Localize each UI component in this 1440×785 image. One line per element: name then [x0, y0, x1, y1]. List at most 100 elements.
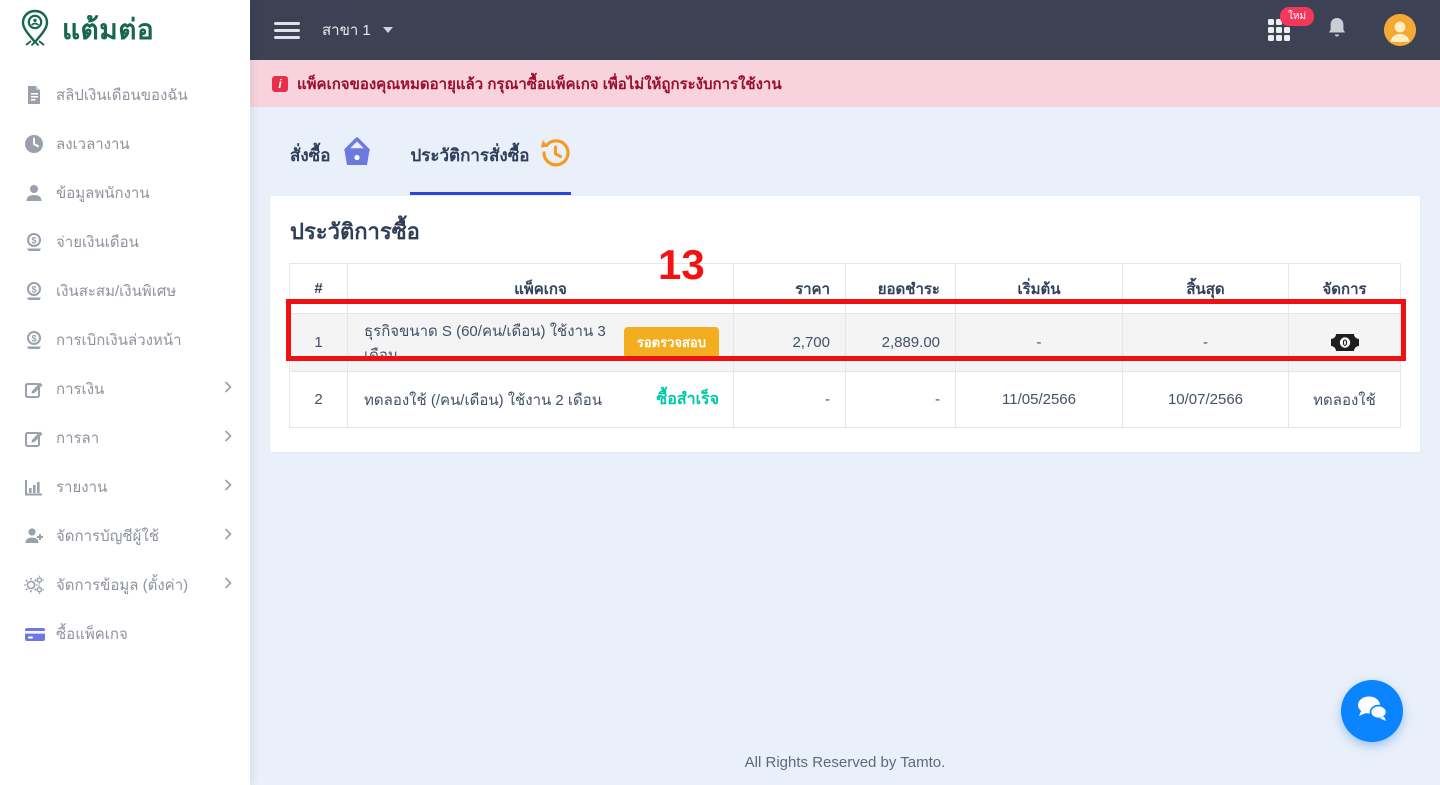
location-pin-icon	[18, 8, 52, 53]
tab-purchase-history-label: ประวัติการสั่งซื้อ	[410, 146, 530, 165]
edit-icon	[24, 379, 44, 399]
end-date-cell: -	[1122, 313, 1289, 372]
clock-icon	[24, 134, 44, 154]
app-root: แต้มต่อ สลิปเงินเดือนของฉัน ลงเวลางาน ข้	[0, 0, 1440, 785]
sidebar-item-label: เงินสะสม/เงินพิเศษ	[56, 282, 177, 300]
col-index: #	[289, 263, 348, 314]
history-icon	[539, 137, 571, 174]
brand-logo[interactable]: แต้มต่อ	[0, 0, 250, 60]
credit-card-icon	[24, 624, 45, 644]
tab-order[interactable]: สั่งซื้อ	[290, 137, 374, 192]
sidebar-item-employees[interactable]: ข้อมูลพนักงาน	[0, 168, 250, 217]
sidebar-item-label: สลิปเงินเดือนของฉัน	[56, 86, 188, 104]
sidebar-item-label: จัดการบัญชีผู้ใช้	[56, 527, 159, 545]
money-icon: $	[24, 232, 44, 252]
sidebar-item-label: การเงิน	[56, 380, 105, 398]
edit-icon	[24, 428, 44, 448]
svg-text:$: $	[31, 333, 36, 343]
user-plus-icon	[24, 526, 44, 546]
bar-chart-icon	[24, 477, 44, 497]
chevron-right-icon	[224, 429, 232, 447]
chevron-down-icon	[382, 27, 393, 33]
start-date-cell: 11/05/2566	[955, 371, 1123, 428]
manage-cell: 0	[1288, 313, 1401, 372]
svg-text:$: $	[31, 235, 36, 245]
brand-name: แต้มต่อ	[62, 14, 155, 45]
sidebar-item-reports[interactable]: รายงาน	[0, 462, 250, 511]
sidebar-item-payroll[interactable]: $ จ่ายเงินเดือน	[0, 217, 250, 266]
user-avatar[interactable]	[1384, 14, 1416, 46]
user-icon	[24, 183, 44, 203]
sidebar-nav: สลิปเงินเดือนของฉัน ลงเวลางาน ข้อมูลพนัก…	[0, 60, 250, 658]
money-icon: $	[24, 330, 44, 350]
apps-grid-button[interactable]: ใหม่	[1268, 7, 1315, 41]
sidebar-item-label: การลา	[56, 429, 100, 447]
tab-order-label: สั่งซื้อ	[290, 146, 331, 165]
sidebar-item-finance[interactable]: การเงิน	[0, 364, 250, 413]
package-cell: ทดลองใช้ (/คน/เดือน) ใช้งาน 2 เดือน ซื้อ…	[347, 371, 734, 428]
sidebar-item-advance[interactable]: $ การเบิกเงินล่วงหน้า	[0, 315, 250, 364]
chat-button[interactable]	[1341, 680, 1403, 742]
end-date-cell: 10/07/2566	[1122, 371, 1289, 428]
svg-text:$: $	[31, 284, 36, 294]
table-header-row: # แพ็คเกจ ราคา ยอดชำระ เริ่มต้น สิ้นสุด …	[289, 263, 1401, 314]
manage-cell: ทดลองใช้	[1288, 371, 1401, 428]
money-icon: $	[24, 281, 44, 301]
sidebar-item-payslip[interactable]: สลิปเงินเดือนของฉัน	[0, 70, 250, 119]
tab-bar: สั่งซื้อ ประวัติการสั่งซื้อ	[250, 107, 1440, 196]
sidebar-item-buy-package[interactable]: ซื้อแพ็คเกจ	[0, 609, 250, 658]
col-paid: ยอดชำระ	[845, 263, 956, 314]
sidebar-item-label: ข้อมูลพนักงาน	[56, 184, 150, 202]
sidebar-item-label: จ่ายเงินเดือน	[56, 233, 139, 251]
package-name: ทดลองใช้ (/คน/เดือน) ใช้งาน 2 เดือน	[364, 391, 603, 409]
branch-label: สาขา 1	[322, 22, 371, 39]
alert-text: แพ็คเกจของคุณหมดอายุแล้ว กรุณาซื้อแพ็คเก…	[297, 75, 782, 93]
sidebar-item-label: การเบิกเงินล่วงหน้า	[56, 331, 182, 349]
chevron-right-icon	[224, 527, 232, 545]
col-end: สิ้นสุด	[1122, 263, 1289, 314]
basket-icon	[340, 137, 374, 174]
row-index: 2	[289, 371, 348, 428]
status-badge: รอตรวจสอบ	[623, 327, 719, 358]
notifications-bell-icon[interactable]	[1326, 16, 1348, 45]
document-icon	[24, 85, 44, 105]
sidebar-item-leave[interactable]: การลา	[0, 413, 250, 462]
price-cell: 2,700	[733, 313, 846, 372]
hamburger-menu-icon[interactable]	[274, 21, 300, 39]
col-manage: จัดการ	[1288, 263, 1401, 314]
paid-cell: -	[845, 371, 956, 428]
info-icon: i	[272, 75, 288, 92]
gears-icon	[24, 575, 44, 595]
col-package: แพ็คเกจ	[347, 263, 734, 314]
top-bar: สาขา 1 ใหม่	[250, 0, 1440, 60]
table-row: 1 ธุรกิจขนาด S (60/คน/เดือน) ใช้งาน 3 เด…	[289, 313, 1401, 372]
cash-payment-icon[interactable]: 0	[1330, 333, 1360, 352]
package-cell: ธุรกิจขนาด S (60/คน/เดือน) ใช้งาน 3 เดือ…	[347, 313, 734, 372]
package-name: ธุรกิจขนาด S (60/คน/เดือน) ใช้งาน 3 เดือ…	[364, 322, 606, 364]
main-area: สาขา 1 ใหม่ i แพ็คเกจของคุณหมดอายุแล้ว ก…	[250, 0, 1440, 785]
topbar-actions: ใหม่	[1268, 7, 1416, 46]
branch-selector[interactable]: สาขา 1	[322, 18, 393, 42]
sidebar-item-savings[interactable]: $ เงินสะสม/เงินพิเศษ	[0, 266, 250, 315]
sidebar-item-label: จัดการข้อมูล (ตั้งค่า)	[56, 576, 189, 594]
price-cell: -	[733, 371, 846, 428]
chevron-right-icon	[224, 576, 232, 594]
sidebar-item-user-accounts[interactable]: จัดการบัญชีผู้ใช้	[0, 511, 250, 560]
col-start: เริ่มต้น	[955, 263, 1123, 314]
sidebar-item-label: รายงาน	[56, 478, 108, 496]
sidebar: แต้มต่อ สลิปเงินเดือนของฉัน ลงเวลางาน ข้	[0, 0, 250, 785]
svg-text:0: 0	[1342, 338, 1347, 348]
chat-bubbles-icon	[1355, 694, 1389, 729]
new-badge: ใหม่	[1280, 7, 1315, 26]
purchase-history-table: # แพ็คเกจ ราคา ยอดชำระ เริ่มต้น สิ้นสุด …	[289, 263, 1401, 428]
start-date-cell: -	[955, 313, 1123, 372]
row-index: 1	[289, 313, 348, 372]
chevron-right-icon	[224, 380, 232, 398]
package-expired-alert: i แพ็คเกจของคุณหมดอายุแล้ว กรุณาซื้อแพ็ค…	[250, 60, 1440, 107]
tab-purchase-history[interactable]: ประวัติการสั่งซื้อ	[410, 137, 572, 195]
sidebar-item-settings[interactable]: จัดการข้อมูล (ตั้งค่า)	[0, 560, 250, 609]
content-area: สั่งซื้อ ประวัติการสั่งซื้อ ประวัติการซื…	[250, 107, 1440, 785]
status-text: ซื้อสำเร็จ	[656, 391, 719, 408]
sidebar-item-timeclock[interactable]: ลงเวลางาน	[0, 119, 250, 168]
page-title: ประวัติการซื้อ	[290, 219, 420, 244]
